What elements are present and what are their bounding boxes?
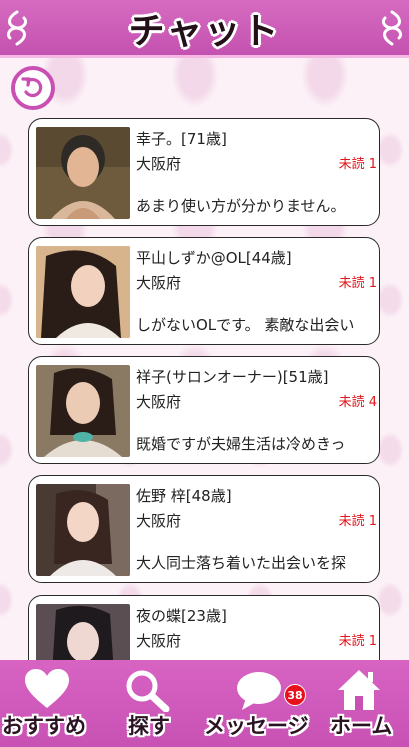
message-count-badge: 38 (284, 684, 306, 706)
header-bar: チャット (0, 0, 409, 58)
unread-badge: 未読 1 (338, 157, 377, 172)
nav-home[interactable]: ホーム (328, 660, 408, 747)
unread-badge: 未読 1 (338, 276, 377, 291)
chat-prefecture: 大阪府 (136, 512, 182, 530)
unread-badge: 未読 1 (338, 514, 377, 529)
chat-preview: 大人同士落ち着いた出会いを探 (136, 554, 347, 572)
chat-list-item[interactable]: 祥子(サロンオーナー)[51歳] 大阪府 未読 4 既婚ですが夫婦生活は冷めきっ (28, 356, 380, 464)
nav-messages-label: メッセージ (204, 714, 309, 738)
nav-recommend[interactable]: おすすめ (0, 660, 100, 747)
page-title: チャット (128, 10, 281, 52)
avatar (36, 246, 130, 338)
chat-prefecture: 大阪府 (136, 632, 182, 650)
chat-list-item[interactable]: 佐野 梓[48歳] 大阪府 未読 1 大人同士落ち着いた出会いを探 (28, 475, 380, 583)
chat-list-item[interactable]: 平山しずか@OL[44歳] 大阪府 未読 1 しがないOLです。 素敵な出会い (28, 237, 380, 345)
chat-name: 祥子(サロンオーナー)[51歳] (136, 368, 329, 386)
chat-name: 平山しずか@OL[44歳] (136, 249, 292, 267)
chat-name: 夜の蝶[23歳] (136, 607, 227, 625)
chat-prefecture: 大阪府 (136, 274, 182, 292)
chat-preview: しがないOLです。 素敵な出会い (136, 316, 355, 334)
chat-preview: 既婚ですが夫婦生活は冷めきっ (136, 435, 346, 453)
nav-search-label: 探す (128, 714, 170, 738)
bottom-nav: おすすめ 探す メッセージ ホーム (0, 660, 409, 747)
chat-prefecture: 大阪府 (136, 393, 182, 411)
chat-name: 佐野 梓[48歳] (136, 487, 232, 505)
back-arrow-icon (21, 77, 43, 98)
ornament-icon (381, 10, 403, 46)
home-icon (338, 670, 380, 710)
speech-bubble-icon (237, 672, 281, 710)
chat-preview: あまり使い方が分かりません。 (136, 197, 346, 215)
ornament-icon (6, 10, 28, 46)
unread-badge: 未読 4 (338, 395, 377, 410)
avatar (36, 365, 130, 457)
avatar (36, 484, 130, 576)
chat-name: 幸子。[71歳] (136, 130, 227, 148)
avatar (36, 127, 130, 219)
nav-messages[interactable]: メッセージ (200, 660, 320, 747)
search-icon (126, 670, 170, 712)
chat-list-item[interactable]: 幸子。[71歳] 大阪府 未読 1 あまり使い方が分かりません。 (28, 118, 380, 226)
chat-prefecture: 大阪府 (136, 155, 182, 173)
nav-search[interactable]: 探す (110, 660, 190, 747)
back-button[interactable] (11, 66, 55, 110)
nav-recommend-label: おすすめ (2, 714, 86, 738)
unread-badge: 未読 1 (338, 634, 377, 649)
nav-home-label: ホーム (330, 714, 393, 738)
heart-icon (25, 669, 69, 708)
